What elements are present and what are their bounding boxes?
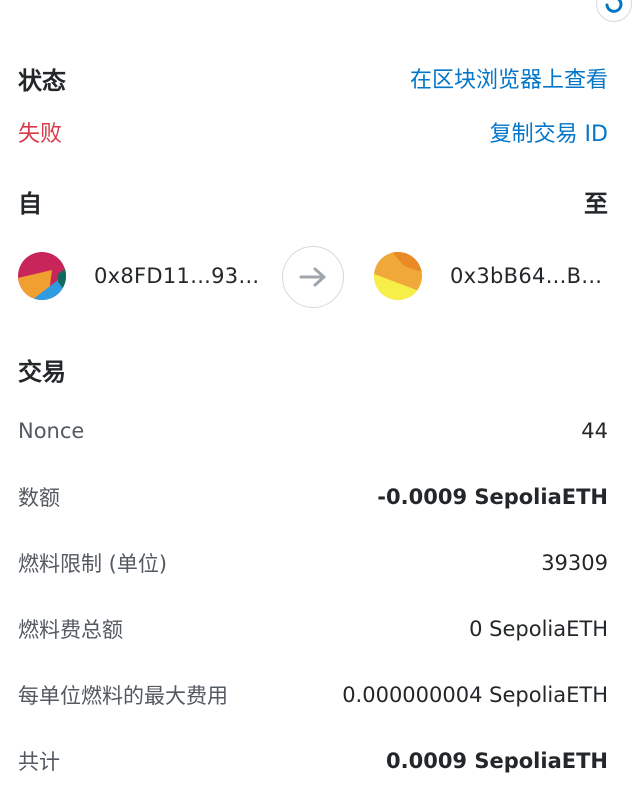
from-avatar <box>18 252 66 300</box>
copy-transaction-id-link[interactable]: 复制交易 ID <box>490 116 608 148</box>
to-address[interactable]: 0x3bB64...B... <box>374 252 602 300</box>
transaction-details-list: Nonce 44 数额 -0.0009 SepoliaETH 燃料限制 (单位)… <box>18 398 608 794</box>
gas-fee-total-label: 燃料费总额 <box>18 618 123 642</box>
view-on-explorer-link[interactable]: 在区块浏览器上查看 <box>410 62 608 94</box>
status-failed-text: 失败 <box>18 122 63 147</box>
to-label: 至 <box>584 189 608 218</box>
from-address-text: 0x8FD11...93... <box>94 264 260 288</box>
arrow-right-icon <box>282 246 344 308</box>
max-fee-per-gas-row: 每单位燃料的最大费用 0.000000004 SepoliaETH <box>18 662 608 728</box>
amount-label: 数额 <box>18 486 60 510</box>
refresh-icon[interactable] <box>596 0 632 22</box>
nonce-value: 44 <box>581 419 608 443</box>
nonce-row: Nonce 44 <box>18 398 608 464</box>
nonce-label: Nonce <box>18 419 85 443</box>
amount-value: -0.0009 SepoliaETH <box>377 485 608 509</box>
status-row: 状态 在区块浏览器上查看 <box>18 60 608 96</box>
gas-fee-total-row: 燃料费总额 0 SepoliaETH <box>18 596 608 662</box>
address-pair: 0x8FD11...93... 0x3bB64...B... <box>18 246 608 308</box>
amount-row: 数额 -0.0009 SepoliaETH <box>18 464 608 530</box>
total-value: 0.0009 SepoliaETH <box>386 749 608 773</box>
gas-fee-total-value: 0 SepoliaETH <box>469 617 608 641</box>
from-address[interactable]: 0x8FD11...93... <box>18 252 259 300</box>
gas-limit-value: 39309 <box>541 551 608 575</box>
max-fee-per-gas-label: 每单位燃料的最大费用 <box>18 684 228 708</box>
to-address-text: 0x3bB64...B... <box>450 264 603 288</box>
transaction-details-panel: 状态 在区块浏览器上查看 失败 复制交易 ID 自 至 0x8FD11...93… <box>0 0 634 806</box>
total-row: 共计 0.0009 SepoliaETH <box>18 728 608 794</box>
gas-limit-row: 燃料限制 (单位) 39309 <box>18 530 608 596</box>
transaction-section-title: 交易 <box>18 358 66 386</box>
to-avatar <box>374 252 422 300</box>
status-label: 状态 <box>18 66 66 95</box>
from-to-header: 自 至 <box>18 182 608 220</box>
status-result-row: 失败 复制交易 ID <box>18 114 608 150</box>
total-label: 共计 <box>18 750 60 774</box>
from-label: 自 <box>18 189 42 218</box>
max-fee-per-gas-value: 0.000000004 SepoliaETH <box>342 683 608 707</box>
gas-limit-label: 燃料限制 (单位) <box>18 552 168 576</box>
